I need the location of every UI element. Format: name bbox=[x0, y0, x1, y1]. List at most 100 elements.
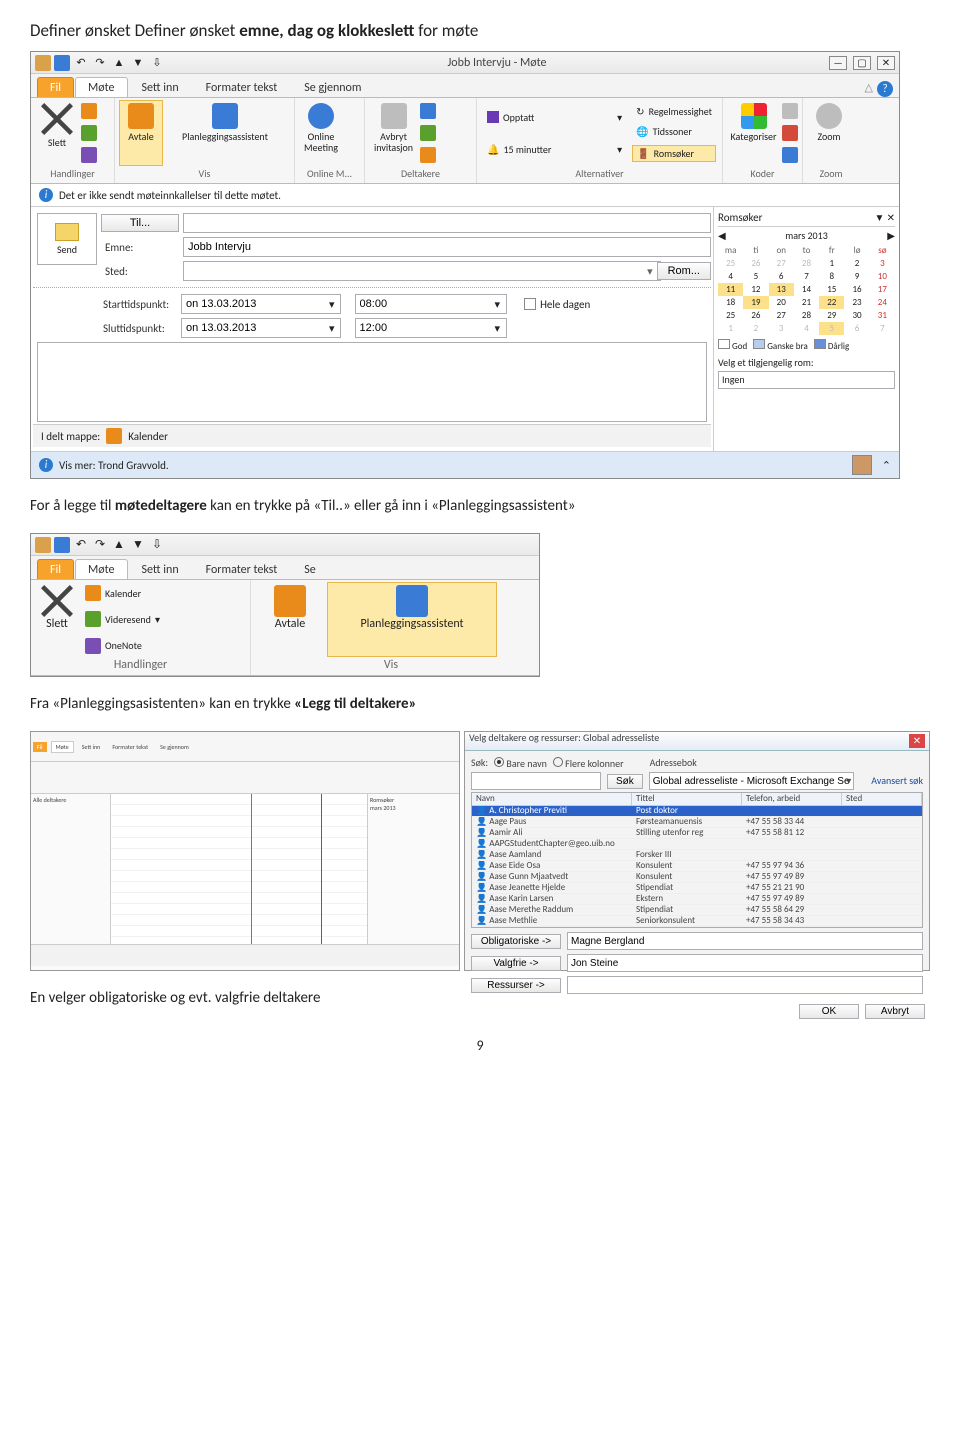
tab-settinn[interactable]: Sett inn bbox=[129, 77, 192, 97]
kalender-button[interactable]: Kalender bbox=[81, 584, 164, 602]
room-list[interactable]: Ingen bbox=[718, 371, 895, 389]
help-icon[interactable]: ? bbox=[877, 81, 893, 97]
maximize-button[interactable]: ▢ bbox=[853, 56, 871, 70]
ressurser-field[interactable] bbox=[567, 976, 923, 994]
tab-se[interactable]: Se bbox=[291, 559, 328, 579]
show-as-dropdown[interactable]: Opptatt▾ bbox=[483, 110, 626, 125]
obligatoriske-button[interactable]: Obligatoriske -> bbox=[471, 934, 561, 949]
contact-row[interactable]: 👤 Aase Merethe RaddumStipendiat+47 55 58… bbox=[472, 905, 922, 916]
body-editor[interactable] bbox=[37, 342, 707, 422]
qat-down-icon[interactable]: ▼ bbox=[130, 537, 146, 553]
contact-row[interactable]: 👤 Aase Eide OsaKonsulent+47 55 97 94 36 bbox=[472, 861, 922, 872]
highimp-icon[interactable] bbox=[782, 125, 798, 141]
tab-segjennom[interactable]: Se gjennom bbox=[291, 77, 374, 97]
onenote-button[interactable]: OneNote bbox=[81, 637, 164, 655]
avbryt-invitasjon-button[interactable]: Avbrytinvitasjon bbox=[369, 100, 418, 166]
end-date[interactable] bbox=[181, 318, 341, 338]
valgfrie-button[interactable]: Valgfrie -> bbox=[471, 956, 561, 971]
contact-row[interactable]: 👤 Aase MethlieSeniorkonsulent+47 55 58 3… bbox=[472, 916, 922, 927]
contact-row[interactable]: 👤 Aase Jeanette HjeldeStipendiat+47 55 2… bbox=[472, 883, 922, 894]
avtale-button[interactable]: Avtale bbox=[119, 100, 163, 166]
search-input[interactable] bbox=[471, 772, 601, 790]
addressbook-dropdown[interactable] bbox=[649, 772, 854, 790]
forward-small-icon[interactable] bbox=[81, 125, 97, 141]
location-field[interactable] bbox=[183, 261, 661, 281]
qat-calendar-icon[interactable] bbox=[35, 55, 51, 71]
regelmessighet-button[interactable]: ↻Regelmessighet bbox=[632, 104, 716, 119]
tab-fil[interactable]: Fil bbox=[37, 559, 74, 579]
search-go-button[interactable]: Søk bbox=[607, 774, 643, 789]
expand-icon[interactable]: ⌃ bbox=[882, 459, 891, 472]
onenote-small-icon[interactable] bbox=[81, 147, 97, 163]
calendar-small-icon[interactable] bbox=[81, 103, 97, 119]
slett-button[interactable]: Slett bbox=[35, 100, 79, 166]
planleggingsassistent-button[interactable]: Planleggingsassistent bbox=[165, 100, 285, 166]
contact-row[interactable]: 👤 Aamir AliStilling utenfor reg+47 55 58… bbox=[472, 828, 922, 839]
close-button[interactable]: ✕ bbox=[877, 56, 895, 70]
to-field[interactable] bbox=[183, 213, 711, 233]
valgfrie-field[interactable] bbox=[567, 954, 923, 972]
qat-save-icon[interactable] bbox=[54, 55, 70, 71]
minimize-button[interactable]: — bbox=[829, 56, 847, 70]
tab-mote[interactable]: Møte bbox=[75, 77, 127, 97]
contacts-table[interactable]: Navn Tittel Telefon, arbeid Sted 👤 A. Ch… bbox=[471, 792, 923, 928]
online-meeting-button[interactable]: OnlineMeeting bbox=[299, 100, 343, 166]
start-date[interactable] bbox=[181, 294, 341, 314]
romsoker-button[interactable]: 🚪Romsøker bbox=[632, 145, 716, 162]
qat-calendar-icon[interactable] bbox=[35, 537, 51, 553]
slett-button[interactable]: Slett bbox=[35, 582, 79, 657]
qat-up-icon[interactable]: ▲ bbox=[111, 537, 127, 553]
qat-down-icon[interactable]: ▼ bbox=[130, 55, 146, 71]
qat-redo-icon[interactable]: ↷ bbox=[92, 55, 108, 71]
tab-fil[interactable]: Fil bbox=[37, 77, 74, 97]
videresend-button[interactable]: Videresend ▾ bbox=[81, 610, 164, 628]
tab-mote[interactable]: Møte bbox=[75, 559, 127, 579]
contact-row[interactable]: 👤 Aase Karin LarsenEkstern+47 55 97 49 8… bbox=[472, 894, 922, 905]
end-time[interactable] bbox=[355, 318, 507, 338]
obligatoriske-field[interactable] bbox=[567, 932, 923, 950]
rom-button[interactable]: Rom... bbox=[657, 262, 711, 280]
ressurser-button[interactable]: Ressurser -> bbox=[471, 978, 561, 993]
qat-more-icon[interactable]: ⇩ bbox=[149, 537, 165, 553]
cal-next[interactable]: ▶ bbox=[887, 229, 895, 242]
qat-undo-icon[interactable]: ↶ bbox=[73, 537, 89, 553]
addressbook-icon[interactable] bbox=[420, 103, 436, 119]
private-icon[interactable] bbox=[782, 103, 798, 119]
all-day-checkbox[interactable]: Hele dagen bbox=[524, 298, 590, 311]
tab-formater[interactable]: Formater tekst bbox=[193, 559, 291, 579]
advanced-search-link[interactable]: Avansert søk bbox=[871, 777, 923, 785]
ok-button[interactable]: OK bbox=[799, 1004, 859, 1019]
avtale-button[interactable]: Avtale bbox=[255, 582, 325, 657]
qat-redo-icon[interactable]: ↷ bbox=[92, 537, 108, 553]
qat-save-icon[interactable] bbox=[54, 537, 70, 553]
qat-undo-icon[interactable]: ↶ bbox=[73, 55, 89, 71]
zoom-button[interactable]: Zoom bbox=[807, 100, 851, 166]
subject-field[interactable] bbox=[183, 237, 711, 257]
contact-row[interactable]: 👤 Aase AamlandForsker III bbox=[472, 850, 922, 861]
start-time[interactable] bbox=[355, 294, 507, 314]
contact-row[interactable]: 👤 A. Christopher PrevitiPost doktor bbox=[472, 806, 922, 817]
send-button[interactable]: Send bbox=[37, 213, 97, 265]
show-more-label[interactable]: Vis mer: Trond Gravvold. bbox=[59, 459, 169, 472]
contact-row[interactable]: 👤 Aage PausFørsteamanuensis+47 55 58 33 … bbox=[472, 817, 922, 828]
contact-row[interactable]: 👤 AAPGStudentChapter@geo.uib.no bbox=[472, 839, 922, 850]
radio-cols[interactable]: Flere kolonner bbox=[553, 757, 624, 768]
contact-row[interactable]: 👤 Aase Gunn MjaatvedtKonsulent+47 55 97 … bbox=[472, 872, 922, 883]
lowimp-icon[interactable] bbox=[782, 147, 798, 163]
radio-name[interactable]: Bare navn bbox=[494, 757, 547, 768]
qat-up-icon[interactable]: ▲ bbox=[111, 55, 127, 71]
dialog-close-button[interactable]: ✕ bbox=[909, 734, 925, 748]
tab-formater[interactable]: Formater tekst bbox=[193, 77, 291, 97]
qat-more-icon[interactable]: ⇩ bbox=[149, 55, 165, 71]
avbryt-button[interactable]: Avbryt bbox=[865, 1004, 925, 1019]
tidssoner-button[interactable]: 🌐Tidssoner bbox=[632, 124, 716, 139]
mini-calendar[interactable]: mationtofrløsø 25262728123 45678910 1112… bbox=[718, 244, 895, 335]
reminder-dropdown[interactable]: 🔔15 minutter▾ bbox=[483, 142, 626, 157]
kategoriser-button[interactable]: Kategoriser bbox=[727, 100, 780, 166]
response-icon[interactable] bbox=[420, 147, 436, 163]
ribbon-minimize-icon[interactable]: △ bbox=[865, 81, 873, 97]
checknames-icon[interactable] bbox=[420, 125, 436, 141]
cal-prev[interactable]: ◀ bbox=[718, 229, 726, 242]
til-button[interactable]: Til... bbox=[101, 214, 179, 232]
roomfinder-collapse-icon[interactable]: ▼ ✕ bbox=[874, 211, 895, 224]
